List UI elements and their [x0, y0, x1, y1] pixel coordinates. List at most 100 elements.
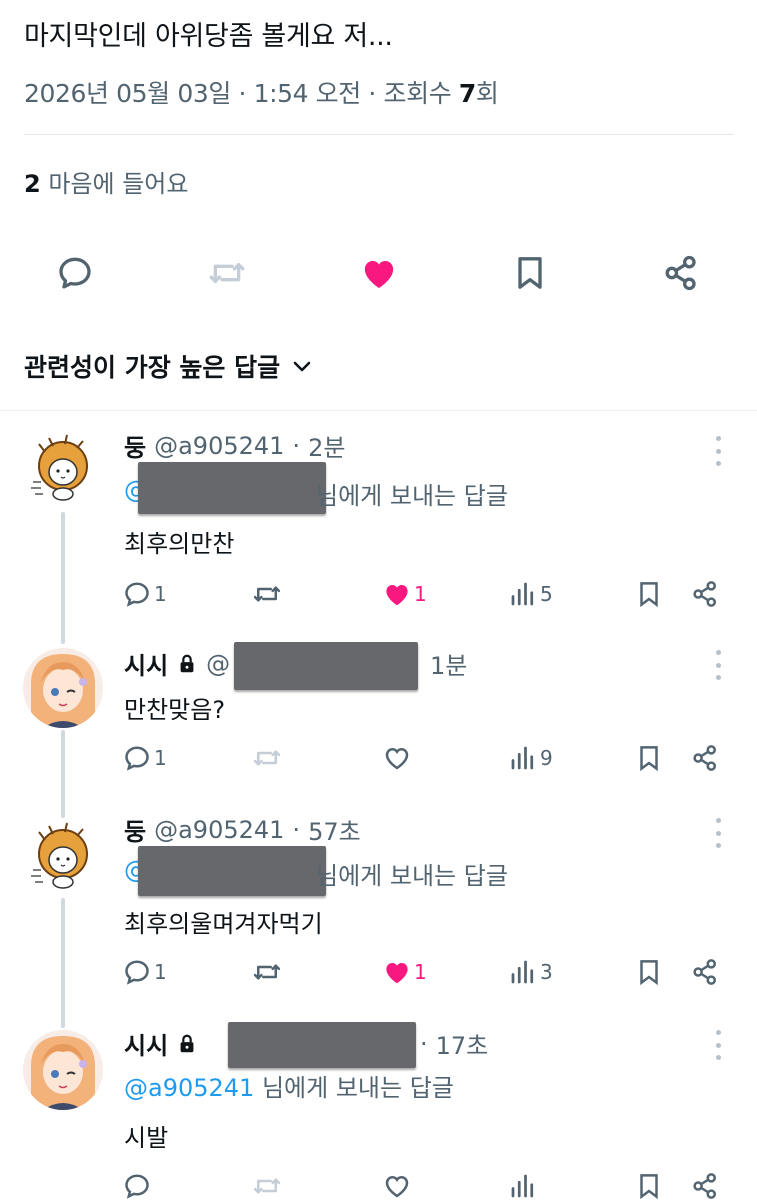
retweet-button[interactable]: [202, 248, 252, 298]
likes-summary[interactable]: 2 마음에 들어요: [24, 164, 188, 199]
likes-label: 마음에 들어요: [48, 170, 189, 198]
heart-outline-icon: [385, 1175, 409, 1198]
analytics-icon: [511, 582, 534, 606]
bookmark-icon: [640, 746, 658, 772]
redacted-handle: [228, 1022, 416, 1068]
avatar[interactable]: [23, 818, 103, 898]
more-options-icon[interactable]: [706, 1030, 730, 1060]
views-label: 조회수: [383, 79, 452, 108]
reply-header: 둥 @a905241 · 57초: [124, 812, 361, 847]
divider: [0, 410, 757, 411]
bookmark-icon: [640, 960, 658, 986]
reply-icon: [125, 746, 149, 771]
reply-count: 1: [154, 960, 167, 984]
timestamp[interactable]: 1분: [430, 646, 467, 681]
avatar[interactable]: [23, 430, 103, 510]
share-icon: [693, 1173, 716, 1199]
reply-text: 만찬맞음?: [124, 696, 226, 724]
reply-icon: [59, 257, 91, 289]
reply-to-handle[interactable]: @a905241: [124, 1074, 254, 1102]
redacted-handle: [138, 462, 326, 514]
reply-text: 최후의만찬: [124, 530, 235, 558]
anime-girl-avatar: [23, 1030, 103, 1110]
lock-icon: [180, 1034, 194, 1052]
reply-to-suffix: 님에게 보내는 답글: [316, 482, 508, 510]
views-button[interactable]: 3: [508, 954, 553, 990]
timestamp[interactable]: 17초: [436, 1026, 489, 1061]
handle[interactable]: @: [206, 650, 230, 678]
bookmark-button[interactable]: [634, 740, 664, 776]
thread-line: [61, 730, 65, 818]
reply-to-suffix: 님에게 보내는 답글: [261, 1074, 454, 1102]
more-options-icon[interactable]: [706, 650, 730, 680]
views-button[interactable]: 9: [508, 740, 553, 776]
reply-button[interactable]: [122, 1168, 152, 1204]
views-suffix: 회: [475, 79, 499, 108]
share-button[interactable]: [690, 954, 720, 990]
views-button[interactable]: [508, 1168, 538, 1204]
like-button[interactable]: [382, 740, 412, 776]
timestamp-row: · 17초: [420, 1026, 488, 1061]
retweet-icon: [253, 1178, 281, 1194]
retweet-icon: [253, 750, 281, 766]
display-name[interactable]: 시시: [124, 646, 168, 681]
like-button[interactable]: [382, 1168, 412, 1204]
reply-to-line: @a905241 님에게 보내는 답글: [124, 1068, 454, 1103]
display-name[interactable]: 둥: [124, 428, 146, 463]
bookmark-button[interactable]: [634, 576, 664, 612]
retweet-button[interactable]: [252, 1168, 282, 1204]
tweet-text: 마지막인데 아위당좀 볼게요 저...: [24, 21, 393, 52]
sort-dropdown[interactable]: 관련성이 가장 높은 답글: [24, 348, 314, 384]
avatar[interactable]: [23, 648, 103, 728]
likes-count: 2: [24, 170, 41, 198]
reply-button[interactable]: 1: [122, 740, 167, 776]
share-button[interactable]: [656, 248, 706, 298]
bookmark-icon: [518, 257, 542, 289]
like-count: 1: [414, 960, 427, 984]
timestamp[interactable]: 2분: [308, 428, 345, 463]
display-name[interactable]: 둥: [124, 812, 146, 847]
reply-button[interactable]: 1: [122, 954, 167, 990]
like-button[interactable]: 1: [382, 954, 427, 990]
reply-icon: [125, 1174, 149, 1199]
reply-button[interactable]: 1: [122, 576, 167, 612]
taiyaki-character-avatar: [23, 430, 103, 510]
tweet-meta: 2026년 05월 03일 · 1:54 오전 · 조회수 7회: [24, 79, 499, 108]
thread-line: [61, 898, 65, 1028]
retweet-button[interactable]: [252, 740, 282, 776]
bookmark-icon: [640, 1174, 658, 1200]
reply-text: 시발: [124, 1124, 169, 1152]
share-icon: [693, 959, 716, 985]
handle[interactable]: @a905241: [154, 432, 284, 460]
share-button[interactable]: [690, 740, 720, 776]
retweet-button[interactable]: [252, 576, 282, 612]
bookmark-button[interactable]: [634, 1168, 664, 1204]
bookmark-icon: [640, 582, 658, 608]
reply-header: 시시: [124, 1026, 198, 1061]
share-icon: [693, 745, 716, 771]
like-button[interactable]: 1: [382, 576, 427, 612]
bookmark-button[interactable]: [505, 248, 555, 298]
avatar[interactable]: [23, 1030, 103, 1110]
retweet-button[interactable]: [252, 954, 282, 990]
tweet-date: 2026년 05월 03일: [24, 79, 231, 108]
divider: [24, 134, 734, 135]
views-button[interactable]: 5: [508, 576, 553, 612]
analytics-icon: [511, 746, 534, 770]
timestamp[interactable]: 57초: [308, 812, 361, 847]
handle[interactable]: @a905241: [154, 816, 284, 844]
taiyaki-character-avatar: [23, 818, 103, 898]
tweet-time: 1:54 오전: [253, 79, 362, 108]
more-options-icon[interactable]: [706, 818, 730, 848]
display-name[interactable]: 시시: [124, 1026, 168, 1061]
share-icon: [665, 255, 696, 291]
reply-count: 1: [154, 582, 167, 606]
retweet-icon: [209, 263, 245, 283]
share-button[interactable]: [690, 576, 720, 612]
like-button[interactable]: [354, 248, 404, 298]
reply-button[interactable]: [50, 248, 100, 298]
views-count: 7: [458, 79, 476, 108]
bookmark-button[interactable]: [634, 954, 664, 990]
share-button[interactable]: [690, 1168, 720, 1204]
more-options-icon[interactable]: [706, 436, 730, 466]
